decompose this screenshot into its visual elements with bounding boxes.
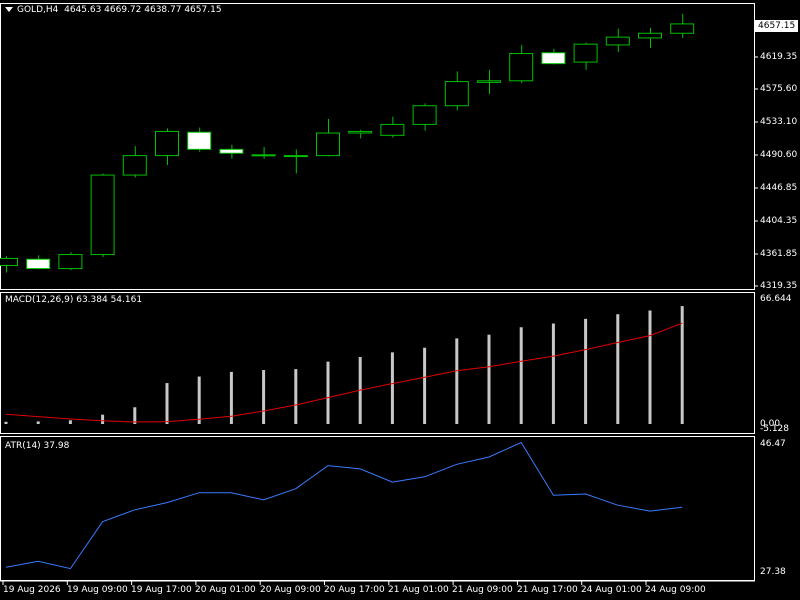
price-axis-label: 4533.10 <box>760 117 798 127</box>
macd-bar <box>551 323 555 424</box>
candle-body <box>0 257 18 266</box>
candle-body <box>219 148 244 154</box>
time-axis-label: 20 Aug 01:00 <box>195 585 256 595</box>
price-axis-label: 4446.85 <box>760 183 798 193</box>
macd-bar <box>4 421 8 424</box>
macd-bar <box>519 327 523 424</box>
macd-bar <box>616 314 620 424</box>
time-axis-label: 21 Aug 09:00 <box>452 585 513 595</box>
time-axis-label: 24 Aug 01:00 <box>581 585 642 595</box>
time-axis-label: 20 Aug 17:00 <box>324 585 385 595</box>
symbol-name: GOLD,H4 <box>17 5 59 15</box>
macd-bar <box>326 361 330 424</box>
candle-body <box>26 258 51 270</box>
candle-body <box>251 154 276 157</box>
candle-body <box>670 23 695 34</box>
candle <box>90 173 115 257</box>
time-axis-label: 21 Aug 01:00 <box>388 585 449 595</box>
time-axis-label: 21 Aug 17:00 <box>517 585 578 595</box>
atr-label: ATR(14) 37.98 <box>5 441 70 451</box>
candle-body <box>155 130 179 157</box>
candle-body <box>58 254 83 270</box>
candle-body <box>444 81 469 107</box>
time-axis-label: 19 Aug 2026 <box>3 585 61 595</box>
candle-body <box>90 174 115 256</box>
macd-bar <box>294 369 298 424</box>
macd-bar <box>36 421 40 424</box>
candle-body <box>638 32 662 39</box>
candle-body <box>509 53 534 82</box>
macd-bar <box>487 334 491 424</box>
macd-bar <box>423 347 427 424</box>
macd-axis-bottom: -5.128 <box>760 424 790 434</box>
macd-bar <box>197 376 201 424</box>
triangle-down-icon[interactable] <box>5 7 13 12</box>
atr-axis-bottom: 27.38 <box>760 567 786 577</box>
time-axis-label: 24 Aug 09:00 <box>645 585 706 595</box>
price-axis-label: 4575.60 <box>760 84 798 94</box>
candle-body <box>380 123 405 136</box>
candle-body <box>541 52 566 65</box>
candle-body <box>605 36 630 46</box>
time-axis-label: 19 Aug 09:00 <box>67 585 128 595</box>
macd-bar <box>165 383 169 424</box>
time-axis-label: 20 Aug 09:00 <box>260 585 321 595</box>
candle-body <box>348 130 373 134</box>
macd-bar <box>262 370 266 424</box>
macd-bar <box>584 318 588 424</box>
candle-body <box>283 155 308 158</box>
candle-body <box>412 105 437 125</box>
time-axis-label: 19 Aug 17:00 <box>131 585 192 595</box>
atr-axis-top: 46.47 <box>760 439 786 449</box>
candle-body <box>573 43 598 63</box>
macd-bar <box>101 414 105 424</box>
price-axis-label: 4619.35 <box>760 52 798 62</box>
current-price-tag: 4657.15 <box>755 20 799 32</box>
price-axis-label: 4490.60 <box>760 150 798 160</box>
candle-body <box>477 80 501 83</box>
candle <box>58 252 83 271</box>
ohlc-values: 4645.63 4669.72 4638.77 4657.15 <box>64 5 222 15</box>
macd-bar <box>68 420 72 424</box>
macd-bar <box>648 310 652 424</box>
price-axis-label: 4319.35 <box>760 281 798 291</box>
price-axis-label: 4361.85 <box>760 249 798 259</box>
macd-bar <box>455 338 459 424</box>
candle-body <box>187 131 212 150</box>
macd-axis-top: 66.644 <box>760 294 792 304</box>
candle-body <box>316 132 340 157</box>
macd-bar <box>390 352 394 424</box>
price-axis-label: 4404.35 <box>760 216 798 226</box>
candle-body <box>122 155 147 176</box>
symbol-header: GOLD,H4 4645.63 4669.72 4638.77 4657.15 <box>5 5 222 15</box>
macd-label: MACD(12,26,9) 63.384 54.161 <box>5 295 143 305</box>
